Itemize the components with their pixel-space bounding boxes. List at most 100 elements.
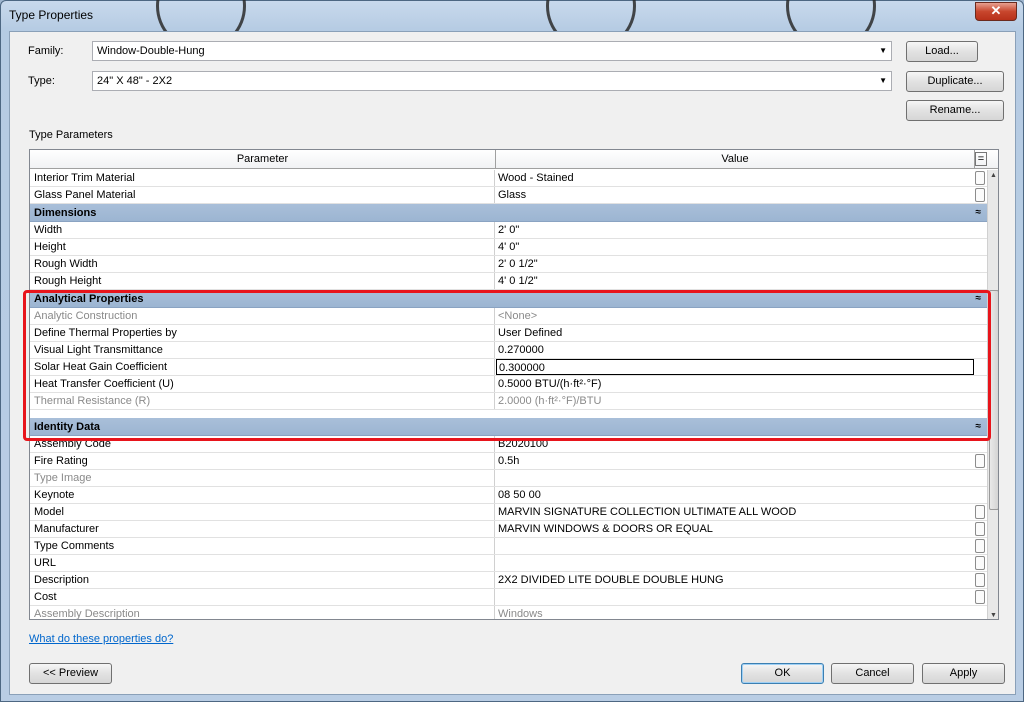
parameter-value-cell[interactable]: 08 50 00 <box>496 487 974 503</box>
table-row[interactable]: Visual Light Transmittance 0.270000 <box>30 342 987 359</box>
parameter-name-cell: Interior Trim Material <box>30 170 495 186</box>
grid-vertical-scrollbar[interactable]: ▲ ▼ <box>987 170 998 619</box>
type-parameters-label: Type Parameters <box>29 129 113 141</box>
table-row[interactable]: Description 2X2 DIVIDED LITE DOUBLE DOUBL… <box>30 572 987 589</box>
type-dropdown[interactable]: 24" X 48" - 2X2 ▼ <box>92 71 892 91</box>
parameter-value-cell[interactable]: B2020100 <box>496 436 974 452</box>
rename-button[interactable]: Rename... <box>906 100 1004 121</box>
parameter-name-cell: Analytic Construction <box>30 308 495 324</box>
parameter-value-cell[interactable]: 4' 0 1/2" <box>496 273 974 289</box>
table-row[interactable]: Heat Transfer Coefficient (U) 0.5000 BTU/… <box>30 376 987 393</box>
ok-button[interactable]: OK <box>741 663 824 684</box>
table-row[interactable]: Keynote 08 50 00 <box>30 487 987 504</box>
preview-button[interactable]: << Preview <box>29 663 112 684</box>
table-row[interactable]: Type Image <box>30 470 987 487</box>
table-row[interactable]: Type Comments <box>30 538 987 555</box>
row-edit-button[interactable] <box>975 505 985 519</box>
table-row[interactable]: Interior Trim Material Wood - Stained <box>30 170 987 187</box>
table-row[interactable]: Analytic Construction <None> <box>30 308 987 325</box>
type-parameters-grid[interactable]: Parameter Value = Interior Trim Material… <box>29 149 999 620</box>
type-properties-dialog: Type Properties ✕ Family: Window-Double-… <box>0 0 1024 702</box>
parameter-value-cell[interactable]: 0.5h <box>496 453 974 469</box>
parameter-value-cell[interactable]: 2' 0 1/2" <box>496 256 974 272</box>
parameter-name-cell: Manufacturer <box>30 521 495 537</box>
parameter-value-cell[interactable] <box>496 538 974 554</box>
family-value: Window-Double-Hung <box>97 45 205 57</box>
parameter-name-cell: Fire Rating <box>30 453 495 469</box>
table-row[interactable]: Cost <box>30 589 987 606</box>
row-edit-button[interactable] <box>975 539 985 553</box>
parameter-name-cell: Define Thermal Properties by <box>30 325 495 341</box>
parameter-name-cell: Glass Panel Material <box>30 187 495 203</box>
table-row[interactable]: Width 2' 0" <box>30 222 987 239</box>
parameter-value-cell[interactable]: User Defined <box>496 325 974 341</box>
row-edit-button[interactable] <box>975 573 985 587</box>
group-header-analytical-properties[interactable]: Analytical Properties ≈ <box>30 290 987 308</box>
collapse-chevron-icon[interactable]: ≈ <box>976 204 982 222</box>
row-edit-button[interactable] <box>975 590 985 604</box>
table-row[interactable]: URL <box>30 555 987 572</box>
column-header-value[interactable]: Value <box>496 150 975 169</box>
parameter-value-cell[interactable]: 0.5000 BTU/(h·ft²·°F) <box>496 376 974 392</box>
grid-header: Parameter Value = <box>30 150 998 169</box>
table-row[interactable]: Rough Height 4' 0 1/2" <box>30 273 987 290</box>
duplicate-button[interactable]: Duplicate... <box>906 71 1004 92</box>
scrollbar-thumb[interactable] <box>989 290 998 510</box>
table-row[interactable]: Thermal Resistance (R) 2.0000 (h·ft²·°F)/… <box>30 393 987 410</box>
parameter-name-cell: Keynote <box>30 487 495 503</box>
row-edit-button[interactable] <box>975 171 985 185</box>
parameter-name-cell: Cost <box>30 589 495 605</box>
dialog-body: Family: Window-Double-Hung ▼ Load... Typ… <box>9 31 1016 695</box>
parameter-value-cell[interactable]: Wood - Stained <box>496 170 974 186</box>
table-row[interactable]: Assembly Code B2020100 <box>30 436 987 453</box>
column-header-parameter[interactable]: Parameter <box>30 150 496 169</box>
parameter-value-cell[interactable]: Glass <box>496 187 974 203</box>
table-row[interactable]: Model MARVIN SIGNATURE COLLECTION ULTIMAT… <box>30 504 987 521</box>
parameter-value-cell[interactable]: MARVIN WINDOWS & DOORS OR EQUAL <box>496 521 974 537</box>
scroll-up-icon[interactable]: ▲ <box>990 172 997 179</box>
parameter-name-cell: Rough Height <box>30 273 495 289</box>
parameter-name-cell: Assembly Description <box>30 606 495 619</box>
close-icon[interactable]: ✕ <box>975 2 1017 21</box>
type-label: Type: <box>28 75 55 87</box>
table-row[interactable]: Fire Rating 0.5h <box>30 453 987 470</box>
table-row[interactable]: Rough Width 2' 0 1/2" <box>30 256 987 273</box>
parameter-value-cell[interactable] <box>496 589 974 605</box>
group-header-identity-data[interactable]: Identity Data ≈ <box>30 418 987 436</box>
parameter-value-cell[interactable]: 0.270000 <box>496 342 974 358</box>
parameter-value-cell[interactable]: MARVIN SIGNATURE COLLECTION ULTIMATE ALL… <box>496 504 974 520</box>
group-header-dimensions[interactable]: Dimensions ≈ <box>30 204 987 222</box>
table-row[interactable]: Glass Panel Material Glass <box>30 187 987 204</box>
column-menu-icon[interactable]: = <box>975 152 987 166</box>
row-edit-button[interactable] <box>975 556 985 570</box>
parameter-value-cell[interactable]: 2' 0" <box>496 222 974 238</box>
table-row[interactable]: Define Thermal Properties by User Defined <box>30 325 987 342</box>
apply-button[interactable]: Apply <box>922 663 1005 684</box>
parameter-value-cell: 2.0000 (h·ft²·°F)/BTU <box>498 395 602 407</box>
collapse-chevron-icon[interactable]: ≈ <box>976 418 982 436</box>
collapse-chevron-icon[interactable]: ≈ <box>976 290 982 308</box>
table-row[interactable]: Solar Heat Gain Coefficient 0.300000 <box>30 359 987 376</box>
parameter-value-cell[interactable]: 4' 0" <box>496 239 974 255</box>
row-edit-button[interactable] <box>975 522 985 536</box>
parameter-value-cell[interactable]: 0.300000 <box>496 359 974 375</box>
row-edit-button[interactable] <box>975 454 985 468</box>
parameter-name-cell: Solar Heat Gain Coefficient <box>30 359 495 375</box>
parameter-value-cell[interactable] <box>496 555 974 571</box>
scroll-down-icon[interactable]: ▼ <box>990 612 997 619</box>
family-dropdown[interactable]: Window-Double-Hung ▼ <box>92 41 892 61</box>
cancel-button[interactable]: Cancel <box>831 663 914 684</box>
table-row[interactable]: Assembly Description Windows <box>30 606 987 619</box>
type-value: 24" X 48" - 2X2 <box>97 75 173 87</box>
table-row[interactable]: Height 4' 0" <box>30 239 987 256</box>
parameter-value-cell[interactable]: 2X2 DIVIDED LITE DOUBLE DOUBLE HUNG <box>496 572 974 588</box>
row-edit-button[interactable] <box>975 188 985 202</box>
parameter-value-cell <box>496 470 974 486</box>
parameter-name-cell: URL <box>30 555 495 571</box>
parameter-name-cell: Rough Width <box>30 256 495 272</box>
parameter-name-cell: Visual Light Transmittance <box>30 342 495 358</box>
parameter-name-cell: Model <box>30 504 495 520</box>
table-row[interactable]: Manufacturer MARVIN WINDOWS & DOORS OR EQ… <box>30 521 987 538</box>
help-link[interactable]: What do these properties do? <box>29 633 173 645</box>
load-button[interactable]: Load... <box>906 41 978 62</box>
